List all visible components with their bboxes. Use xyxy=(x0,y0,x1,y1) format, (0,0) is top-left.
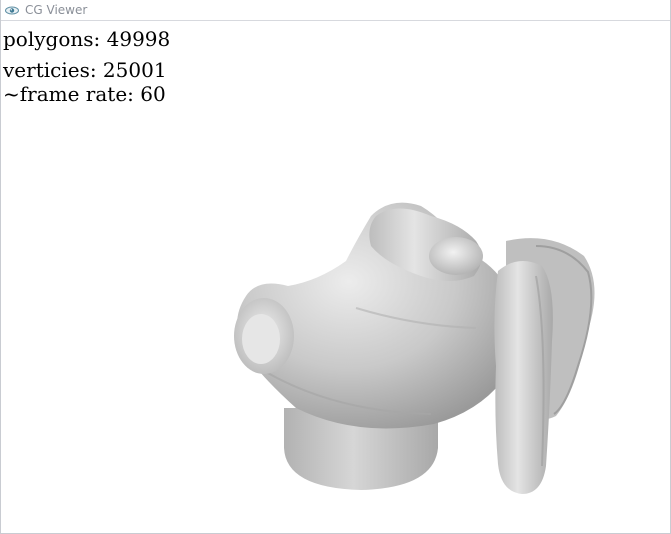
hanging-finger xyxy=(494,261,553,494)
window-title: CG Viewer xyxy=(25,3,88,17)
eye-logo-icon xyxy=(5,6,19,15)
polygon-count: polygons: 49998 xyxy=(3,27,171,51)
thumb xyxy=(234,298,294,374)
render-viewport[interactable]: polygons: 49998 verticies: 25001 ~frame … xyxy=(1,21,670,533)
hand-model[interactable] xyxy=(206,176,611,506)
title-bar[interactable]: CG Viewer xyxy=(1,0,670,21)
cg-viewer-window: CG Viewer polygons: 49998 verticies: 250… xyxy=(0,0,671,534)
frame-rate: ~frame rate: 60 xyxy=(3,82,166,106)
vertex-count: verticies: 25001 xyxy=(3,58,167,82)
